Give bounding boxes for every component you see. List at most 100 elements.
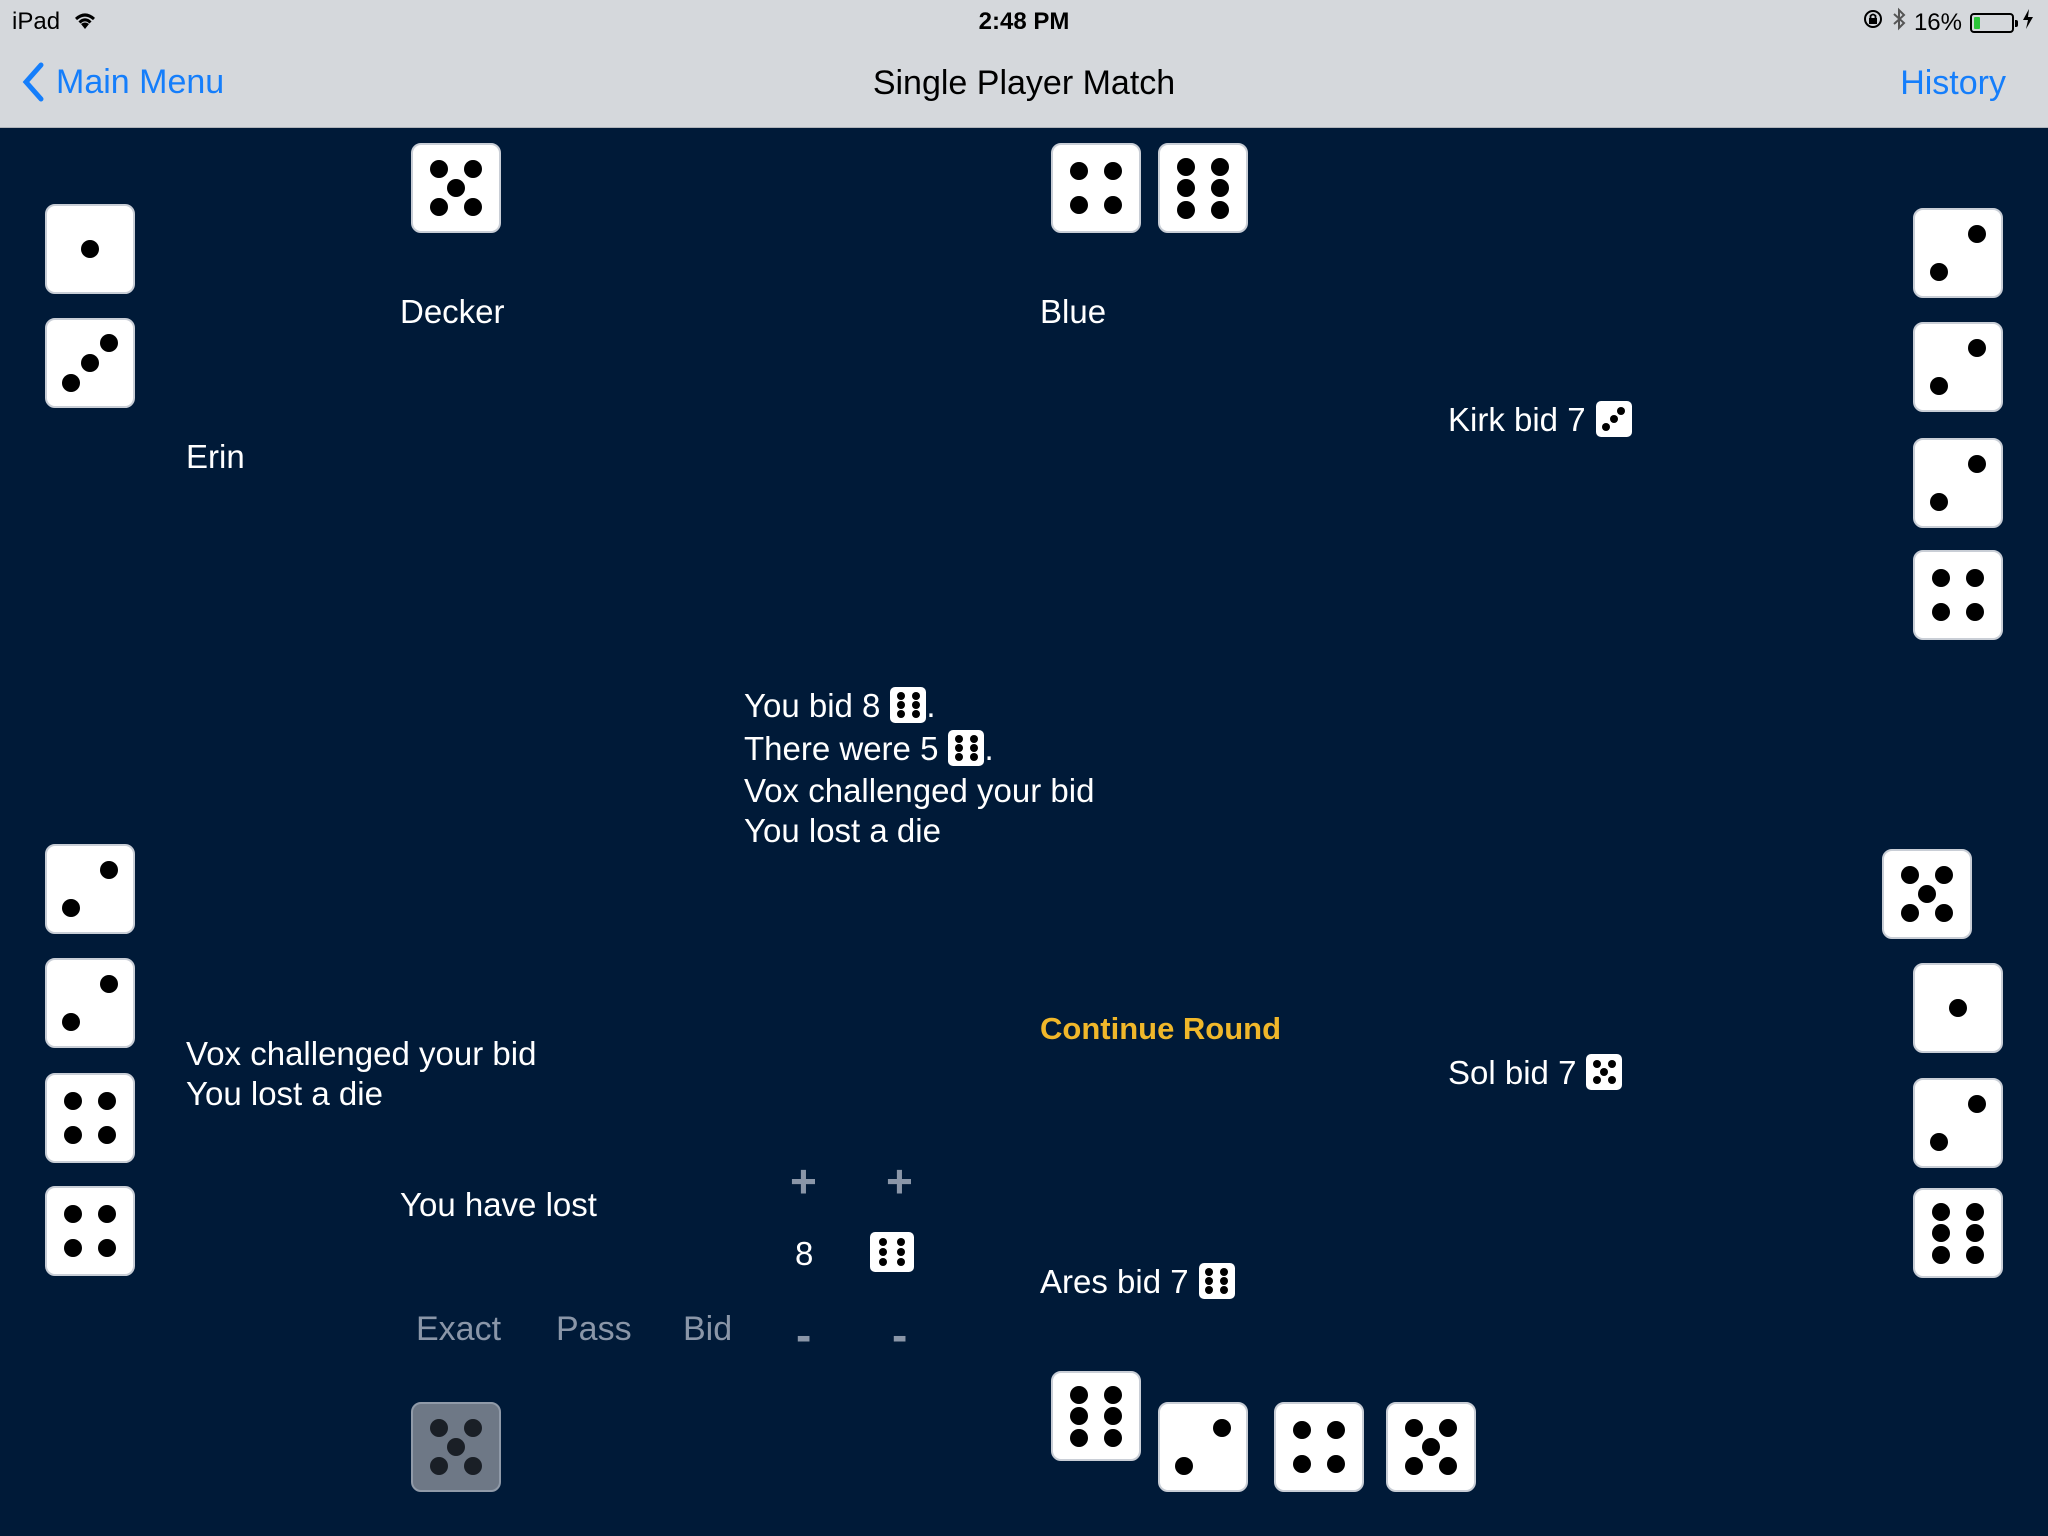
player-name-decker: Decker bbox=[400, 293, 505, 330]
die-pip bbox=[1104, 161, 1123, 180]
rotation-lock-icon bbox=[1862, 8, 1884, 37]
die-pip bbox=[1967, 1095, 1986, 1114]
die-pip bbox=[1949, 999, 1967, 1017]
kirk-bid-face-icon bbox=[1595, 401, 1632, 437]
die-pip bbox=[1176, 200, 1195, 219]
continue-round-button[interactable]: Continue Round bbox=[1040, 1011, 1281, 1047]
die-vox-4 bbox=[45, 1186, 135, 1276]
die-pip bbox=[63, 1204, 82, 1223]
center-log-period-1: . bbox=[926, 687, 936, 724]
history-button[interactable]: History bbox=[1900, 64, 2006, 103]
player-name-erin: Erin bbox=[186, 438, 245, 475]
sol-bid-text: Sol bid 7 bbox=[1448, 1054, 1577, 1091]
die-bottom-3 bbox=[1274, 1402, 1364, 1492]
die-sol-4 bbox=[1913, 1188, 2003, 1278]
center-log-line-2: There were 5. bbox=[744, 729, 994, 769]
die-pip bbox=[1900, 903, 1919, 922]
center-log-text-2: There were 5 bbox=[744, 730, 939, 767]
die-pip bbox=[63, 1239, 82, 1258]
die-pip bbox=[1069, 196, 1088, 215]
die-pip bbox=[969, 744, 978, 752]
die-pip bbox=[1967, 339, 1986, 358]
ares-bid: Ares bid 7 bbox=[1040, 1262, 1235, 1302]
die-pip bbox=[897, 692, 906, 700]
die-pip bbox=[879, 1238, 888, 1246]
die-pip bbox=[897, 710, 906, 718]
die-pip bbox=[1069, 161, 1088, 180]
die-pip bbox=[1104, 196, 1123, 215]
die-vox-2 bbox=[45, 958, 135, 1048]
die-pip bbox=[1404, 1419, 1423, 1438]
die-pip bbox=[897, 701, 906, 709]
die-pip bbox=[955, 744, 964, 752]
die-pip bbox=[1069, 1385, 1088, 1404]
die-pip bbox=[969, 735, 978, 743]
die-pip bbox=[81, 354, 99, 372]
die-pip bbox=[1176, 157, 1195, 176]
die-pip bbox=[99, 861, 118, 880]
die-pip bbox=[1930, 492, 1949, 511]
die-pip bbox=[1931, 603, 1950, 622]
die-pip bbox=[1292, 1420, 1311, 1439]
ares-bid-text: Ares bid 7 bbox=[1040, 1263, 1189, 1300]
die-pip bbox=[98, 1091, 117, 1110]
die-bottom-1 bbox=[1051, 1371, 1141, 1461]
quantity-minus-button[interactable]: - bbox=[796, 1312, 811, 1358]
bid-button[interactable]: Bid bbox=[683, 1310, 732, 1349]
center-log-face-icon-2 bbox=[948, 730, 985, 766]
die-pip bbox=[464, 160, 483, 179]
die-pip bbox=[1404, 1456, 1423, 1475]
sol-bid: Sol bid 7 bbox=[1448, 1053, 1623, 1093]
center-log-period-2: . bbox=[984, 730, 994, 767]
die-pip bbox=[1104, 1385, 1123, 1404]
die-sol-2 bbox=[1913, 963, 2003, 1053]
die-pip bbox=[896, 1238, 905, 1246]
die-bottom-4 bbox=[1386, 1402, 1476, 1492]
die-pip bbox=[1966, 1224, 1985, 1242]
die-pip bbox=[1176, 179, 1195, 197]
exact-button[interactable]: Exact bbox=[416, 1310, 501, 1349]
center-log-line-3: Vox challenged your bid bbox=[744, 772, 1095, 809]
die-pip bbox=[1439, 1419, 1458, 1438]
sol-bid-face-icon bbox=[1586, 1054, 1623, 1090]
die-pip bbox=[62, 898, 81, 917]
center-log-face-icon-1 bbox=[890, 687, 927, 723]
die-sol-1 bbox=[1882, 849, 1972, 939]
die-erin-2 bbox=[45, 318, 135, 408]
face-plus-button[interactable]: + bbox=[886, 1158, 913, 1204]
bid-face-icon bbox=[870, 1232, 914, 1272]
die-pip bbox=[1219, 1277, 1228, 1285]
die-pip bbox=[1069, 1407, 1088, 1425]
center-log-line-1: You bid 8. bbox=[744, 686, 936, 726]
die-pip bbox=[429, 160, 448, 179]
die-pip bbox=[1617, 406, 1626, 415]
kirk-bid: Kirk bid 7 bbox=[1448, 400, 1632, 440]
die-pip bbox=[1607, 1060, 1616, 1069]
die-pip bbox=[1205, 1286, 1214, 1294]
die-pip bbox=[1967, 225, 1986, 244]
die-you-gray-1[interactable] bbox=[411, 1402, 501, 1492]
die-pip bbox=[1327, 1455, 1346, 1474]
face-minus-button[interactable]: - bbox=[892, 1312, 907, 1358]
die-pip bbox=[911, 710, 920, 718]
die-pip bbox=[464, 197, 483, 216]
die-pip bbox=[464, 1456, 483, 1475]
die-pip bbox=[911, 692, 920, 700]
die-sol-3 bbox=[1913, 1078, 2003, 1168]
die-pip bbox=[955, 753, 964, 761]
die-pip bbox=[1219, 1268, 1228, 1276]
die-pip bbox=[62, 1012, 81, 1031]
die-pip bbox=[447, 1438, 465, 1456]
die-pip bbox=[1593, 1060, 1602, 1069]
quantity-plus-button[interactable]: + bbox=[790, 1158, 817, 1204]
die-erin-1 bbox=[45, 204, 135, 294]
pass-button[interactable]: Pass bbox=[556, 1310, 632, 1349]
center-log-text-1: You bid 8 bbox=[744, 687, 881, 724]
status-right: 16% bbox=[1862, 7, 2034, 38]
die-pip bbox=[1966, 603, 1985, 622]
bluetooth-icon bbox=[1892, 7, 1906, 38]
die-pip bbox=[63, 1091, 82, 1110]
die-pip bbox=[81, 240, 99, 258]
battery-percent: 16% bbox=[1913, 8, 1962, 36]
die-pip bbox=[1930, 262, 1949, 281]
